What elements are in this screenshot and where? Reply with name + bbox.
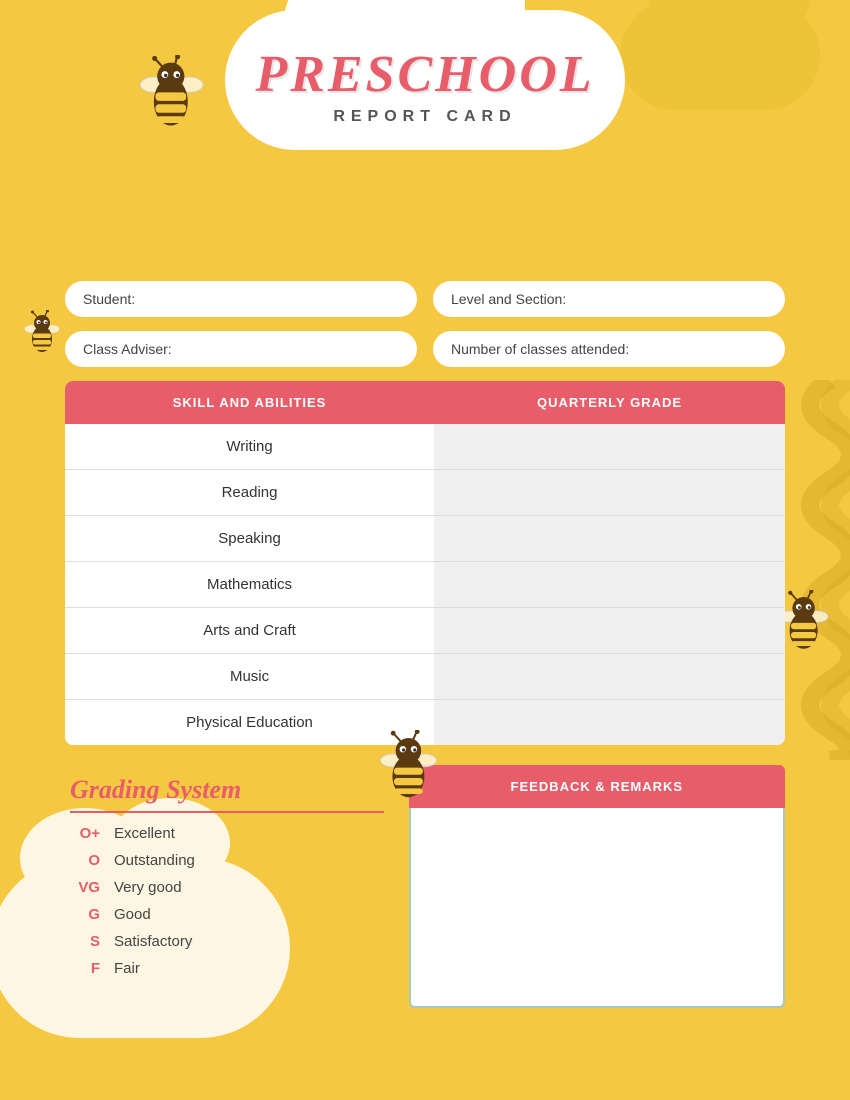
grade-cell[interactable] — [434, 562, 785, 608]
grade-code: O — [70, 852, 100, 869]
grade-description: Satisfactory — [114, 933, 192, 950]
skill-cell: Arts and Craft — [65, 608, 434, 654]
grade-description: Outstanding — [114, 852, 195, 869]
table-row: Reading — [65, 470, 785, 516]
table-row: Speaking — [65, 516, 785, 562]
grade-code: G — [70, 906, 100, 923]
feedback-section: FEEDBACK & REMARKS — [409, 765, 785, 1008]
classes-attended-field[interactable]: Number of classes attended: — [433, 331, 785, 367]
feedback-body[interactable] — [409, 808, 785, 1008]
skill-cell: Writing — [65, 424, 434, 470]
grade-cell[interactable] — [434, 516, 785, 562]
grade-code: VG — [70, 879, 100, 896]
feedback-header: FEEDBACK & REMARKS — [409, 765, 785, 808]
page-title: PRESCHOOL — [255, 45, 594, 104]
skill-cell: Speaking — [65, 516, 434, 562]
fields-row-2: Class Adviser: Number of classes attende… — [65, 331, 785, 367]
grade-row: O Outstanding — [70, 852, 384, 869]
grade-cell[interactable] — [434, 700, 785, 746]
col-skills-header: SKILL AND ABILITIES — [65, 381, 434, 424]
grade-row: G Good — [70, 906, 384, 923]
grade-code: S — [70, 933, 100, 950]
grade-description: Very good — [114, 879, 182, 896]
skill-cell: Music — [65, 654, 434, 700]
grade-description: Fair — [114, 960, 140, 977]
skill-cell: Mathematics — [65, 562, 434, 608]
main-content: Student: Level and Section: Class Advise… — [0, 281, 850, 745]
grade-code: F — [70, 960, 100, 977]
adviser-field[interactable]: Class Adviser: — [65, 331, 417, 367]
student-field[interactable]: Student: — [65, 281, 417, 317]
grade-cell[interactable] — [434, 424, 785, 470]
grade-cell[interactable] — [434, 608, 785, 654]
grade-cell[interactable] — [434, 654, 785, 700]
grade-row: VG Very good — [70, 879, 384, 896]
table-row: Arts and Craft — [65, 608, 785, 654]
level-section-field[interactable]: Level and Section: — [433, 281, 785, 317]
bee-bottom-icon — [370, 730, 450, 815]
header: PRESCHOOL REPORT CARD — [0, 0, 850, 126]
fields-row-1: Student: Level and Section: — [65, 281, 785, 317]
grade-row: F Fair — [70, 960, 384, 977]
grade-code: O+ — [70, 825, 100, 842]
grade-description: Good — [114, 906, 151, 923]
title-block: PRESCHOOL REPORT CARD — [255, 30, 594, 126]
grades-table: SKILL AND ABILITIES QUARTERLY GRADE Writ… — [65, 381, 785, 745]
grade-row: O+ Excellent — [70, 825, 384, 842]
grade-description: Excellent — [114, 825, 175, 842]
bee-top-left-icon — [130, 55, 215, 145]
grading-system: Grading System O+ Excellent O Outstanding VG… — [65, 765, 389, 1008]
skill-cell: Reading — [65, 470, 434, 516]
table-row: Music — [65, 654, 785, 700]
table-row: Writing — [65, 424, 785, 470]
col-grade-header: QUARTERLY GRADE — [434, 381, 785, 424]
grade-cell[interactable] — [434, 470, 785, 516]
page-subtitle: REPORT CARD — [255, 108, 594, 126]
grading-rows: O+ Excellent O Outstanding VG Very good G Good S… — [70, 825, 384, 977]
grading-system-title: Grading System — [70, 775, 384, 813]
grade-row: S Satisfactory — [70, 933, 384, 950]
table-row: Mathematics — [65, 562, 785, 608]
